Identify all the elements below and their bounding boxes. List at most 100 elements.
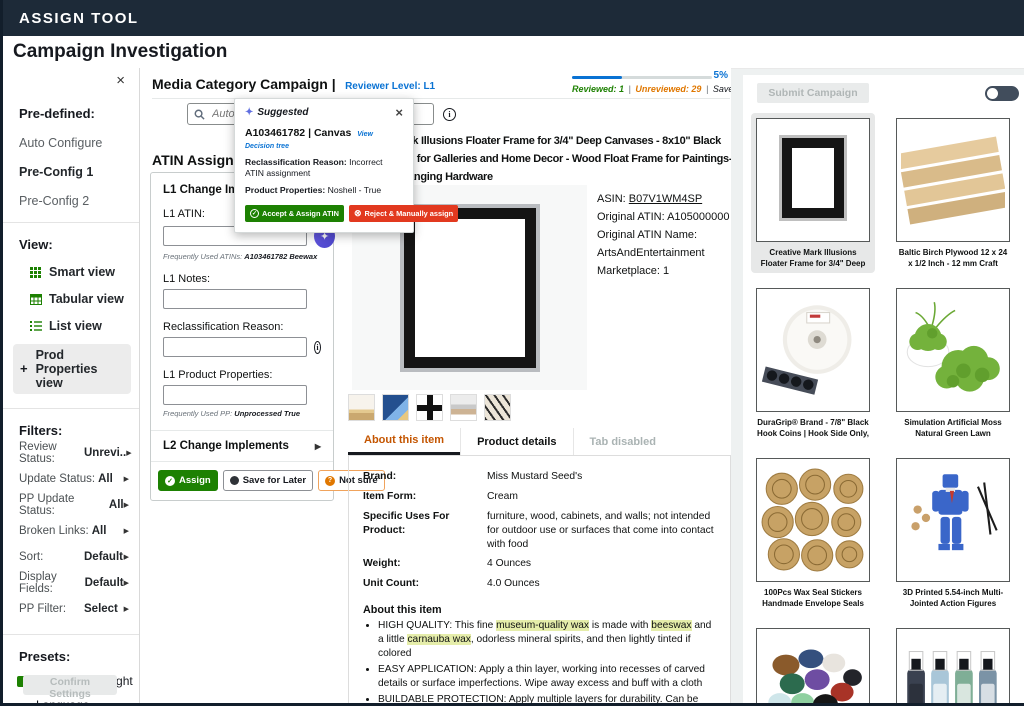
close-icon[interactable]: × [116, 72, 125, 89]
filter-review-status[interactable]: Review Status:Unrevi..▶ [3, 441, 139, 464]
review-stats: Reviewed: 1 | Unreviewed: 29 | Saved for… [572, 84, 731, 94]
suggested-atin: A103461782 | Canvas View Decision tree [245, 127, 403, 151]
filter-broken-links[interactable]: Broken Links:All▶ [3, 519, 139, 542]
pp-value: Noshell - True [328, 185, 382, 195]
filter-pp-update-status[interactable]: PP Update Status:All▶ [3, 493, 139, 516]
save-for-later-button[interactable]: Save for Later [223, 470, 313, 491]
frequently-used-atins: Frequently Used ATINs: A103461782 Beewax [163, 252, 321, 261]
highlighted-keyword: carnauba wax [407, 634, 470, 645]
l1-product-properties-input[interactable] [163, 385, 307, 405]
campaign-header: Media Category Campaign | Reviewer Level… [152, 76, 435, 94]
filter-value: All [92, 525, 107, 537]
product-caption: Creative Mark Illusions Floater Frame fo… [756, 248, 870, 268]
bullet-text: is made with [589, 620, 651, 631]
sidebar-item-pre-config-1[interactable]: Pre-Config 1 [19, 165, 139, 179]
suggested-atin-name: Canvas [314, 127, 351, 139]
predefined-heading: Pre-defined: [19, 106, 139, 121]
sidebar-item-list-view[interactable]: List view [29, 319, 139, 333]
suggested-atin-id: A103461782 [245, 127, 305, 139]
confirm-settings-button[interactable]: Confirm Settings [23, 675, 117, 695]
product-card-figure[interactable]: 3D Printed 5.54-inch Multi-Jointed Actio… [891, 453, 1015, 613]
detail-label: Weight: [363, 557, 487, 571]
tab-product-details[interactable]: Product details [460, 428, 572, 455]
stat-separator: | [629, 84, 631, 94]
product-card-roll[interactable]: DuraGrip® Brand - 7/8" Black Hook Coins … [751, 283, 875, 443]
original-atin-name-label: Original ATIN Name: [597, 226, 730, 244]
asin-link[interactable]: B07V1WM4SP [629, 193, 702, 205]
question-icon: ? [325, 476, 335, 486]
thumbnail-moulding-stack[interactable] [484, 394, 511, 421]
about-bullet: HIGH QUALITY: This fine museum-quality w… [378, 619, 716, 661]
l1-product-properties-label: L1 Product Properties: [163, 369, 321, 381]
product-card-plywood[interactable]: Baltic Birch Plywood 12 x 24 x 1/2 Inch … [891, 113, 1015, 273]
sidebar-item-tabular-view[interactable]: Tabular view [29, 292, 139, 306]
filter-label: Sort: [19, 551, 84, 563]
detail-value: Cream [487, 490, 716, 504]
l2-section-label: L2 Change Implements [163, 440, 289, 452]
chevron-right-icon: ▶ [124, 475, 129, 483]
product-photo-frame [400, 204, 540, 372]
panel-toggle[interactable] [985, 86, 1019, 101]
product-card-seals[interactable]: 100Pcs Wax Seal Stickers Handmade Envelo… [751, 453, 875, 613]
sidebar-item-smart-view[interactable]: Smart view [29, 265, 139, 279]
l1-notes-input[interactable] [163, 289, 307, 309]
original-atin: Original ATIN: A105000000 [597, 208, 730, 226]
frequently-used-pp: Frequently Used PP: Unprocessed True [163, 409, 321, 418]
item-details-card: Brand:Miss Mustard Seed'sItem Form:Cream… [348, 455, 731, 703]
detail-label: Item Form: [363, 490, 487, 504]
chevron-right-icon: ▶ [124, 553, 129, 561]
tab-about-this-item[interactable]: About this item [348, 428, 460, 455]
asin-row: ASIN: B07V1WM4SP [597, 190, 730, 208]
sidebar-item-prod-properties-view[interactable]: +Prod Properties view [13, 344, 131, 394]
filter-display-fields[interactable]: Display Fields:Default▶ [3, 571, 139, 594]
reviewer-level: Reviewer Level: L1 [345, 81, 435, 92]
reason-label: Reclassification Reason: [245, 157, 347, 167]
item-tabs: About this itemProduct detailsTab disabl… [348, 428, 672, 455]
app-title: ASSIGN TOOL [19, 10, 139, 27]
reclassification-reason-input[interactable] [163, 337, 307, 357]
product-gallery: Creative Mark Illusions Floater Frame fo… [743, 103, 1024, 703]
filter-pp-filter[interactable]: PP Filter:Select▶ [3, 597, 139, 620]
detail-row: Item Form:Cream [363, 490, 716, 504]
submit-campaign-button[interactable]: Submit Campaign [757, 83, 869, 103]
freq-atin-label: Frequently Used ATINs: [163, 252, 242, 261]
view-item-label: List view [49, 319, 102, 333]
filter-value: Unrevi.. [84, 447, 126, 459]
table-icon [29, 294, 42, 305]
filter-value: Default [85, 577, 124, 589]
stat-separator: | [706, 84, 708, 94]
filter-update-status[interactable]: Update Status:All▶ [3, 467, 139, 490]
sidebar-item-auto-configure[interactable]: Auto Configure [19, 136, 139, 150]
accept-assign-atin-button[interactable]: ✓ Accept & Assign ATIN [245, 205, 344, 222]
bullet-text: HIGH QUALITY: This fine [378, 620, 496, 631]
thumbnail-framed-art[interactable] [382, 394, 409, 421]
l2-section-header[interactable]: L2 Change Implements ▶ [151, 430, 333, 461]
reject-manually-assign-button[interactable]: ⊗ Reject & Manually assign [349, 205, 458, 222]
detail-row: Unit Count:4.0 Ounces [363, 577, 716, 591]
filter-label: PP Filter: [19, 603, 84, 615]
search-info-icon[interactable]: i [443, 108, 456, 121]
product-card-bottles[interactable] [891, 623, 1015, 703]
filter-sort[interactable]: Sort:Default▶ [3, 545, 139, 568]
plus-icon: + [19, 364, 29, 374]
check-icon: ✓ [250, 209, 259, 218]
bullet-text: EASY APPLICATION: Apply a thin layer, wo… [378, 664, 705, 689]
about-bullet-list: HIGH QUALITY: This fine museum-quality w… [378, 619, 716, 703]
product-card-frame[interactable]: Creative Mark Illusions Floater Frame fo… [751, 113, 875, 273]
product-caption: Simulation Artificial Moss Natural Green… [896, 418, 1010, 438]
product-card-stones[interactable] [751, 623, 875, 703]
campaign-title: Media Category Campaign | [152, 76, 336, 92]
close-icon[interactable]: × [395, 108, 403, 118]
top-bar: ASSIGN TOOL [3, 0, 1024, 36]
thumbnail-corner-cross[interactable] [416, 394, 443, 421]
settings-sidebar: × Pre-defined: Auto Configure Pre-Config … [3, 68, 140, 703]
reason-info-icon[interactable]: i [314, 341, 321, 354]
unreviewed-count: Unreviewed: 29 [635, 84, 701, 94]
detail-label: Specific Uses For Product: [363, 510, 487, 552]
assign-button[interactable]: ✓ Assign [158, 470, 218, 491]
thumbnail-frame-profile[interactable] [450, 394, 477, 421]
product-card-moss[interactable]: Simulation Artificial Moss Natural Green… [891, 283, 1015, 443]
thumbnail-desk-scene[interactable] [348, 394, 375, 421]
original-atin-name: ArtsAndEntertainment [597, 244, 730, 262]
sidebar-item-pre-config-2[interactable]: Pre-Config 2 [19, 194, 139, 208]
